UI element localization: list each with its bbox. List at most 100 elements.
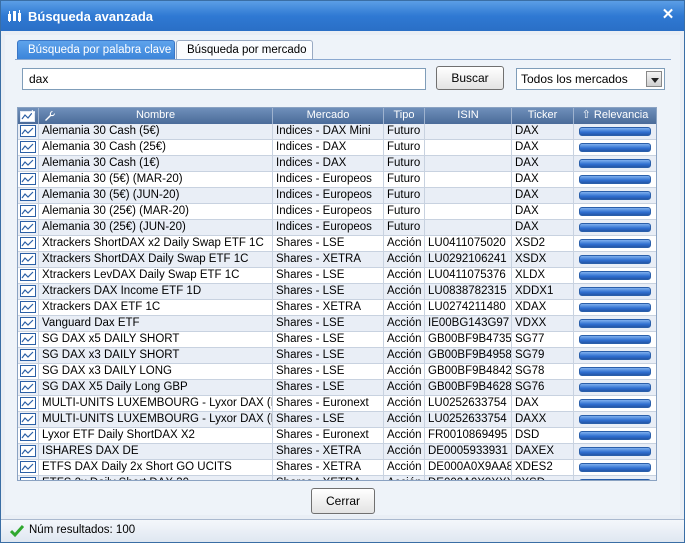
row-nombre: ETFS DAX Daily 2x Short GO UCITS xyxy=(39,460,273,476)
table-row[interactable]: MULTI-UNITS LUXEMBOURG - Lyxor DAX (DR) S… xyxy=(18,412,656,428)
row-isin xyxy=(425,220,512,236)
row-relevancia xyxy=(574,204,656,220)
row-icon-cell xyxy=(18,332,39,348)
row-ticker: XDES2 xyxy=(512,460,574,476)
instrument-chart-icon xyxy=(20,317,36,329)
search-input[interactable] xyxy=(22,68,426,90)
row-tipo: Acción xyxy=(384,332,425,348)
row-mercado: Shares - XETRA xyxy=(273,476,384,480)
row-nombre: SG DAX x3 DAILY LONG xyxy=(39,364,273,380)
column-header-mercado[interactable]: Mercado xyxy=(273,108,384,124)
add-instrument-icon[interactable]: + xyxy=(18,108,39,124)
table-row[interactable]: SG DAX x3 DAILY SHORT Shares - LSE Acción G… xyxy=(18,348,656,364)
relevance-bar xyxy=(579,319,651,328)
row-ticker: XSDX xyxy=(512,252,574,268)
row-mercado: Indices - DAX Mini xyxy=(273,124,384,140)
row-isin: GB00BF9B4735 xyxy=(425,332,512,348)
table-row[interactable]: Alemania 30 Cash (5€) Indices - DAX Mini F… xyxy=(18,124,656,140)
table-row[interactable]: Xtrackers DAX ETF 1C Shares - XETRA Acción… xyxy=(18,300,656,316)
row-tipo: Acción xyxy=(384,284,425,300)
instrument-chart-icon xyxy=(20,381,36,393)
row-icon-cell xyxy=(18,412,39,428)
tab-market-search[interactable]: Búsqueda por mercado xyxy=(176,40,313,60)
row-icon-cell xyxy=(18,252,39,268)
relevance-bar xyxy=(579,223,651,232)
table-row[interactable]: Vanguard Dax ETF Shares - LSE Acción IE00BG… xyxy=(18,316,656,332)
row-isin xyxy=(425,156,512,172)
row-nombre: Alemania 30 Cash (25€) xyxy=(39,140,273,156)
row-ticker: DAX xyxy=(512,204,574,220)
table-row[interactable]: ETFS DAX Daily 2x Short GO UCITS Shares -… xyxy=(18,460,656,476)
row-ticker: DAX xyxy=(512,140,574,156)
row-mercado: Shares - LSE xyxy=(273,380,384,396)
row-isin xyxy=(425,204,512,220)
row-isin: LU0411075020 xyxy=(425,236,512,252)
row-relevancia xyxy=(574,284,656,300)
column-header-isin[interactable]: ISIN xyxy=(425,108,512,124)
dialog-content: Búsqueda por palabra clave Búsqueda por … xyxy=(5,35,680,515)
row-relevancia xyxy=(574,252,656,268)
row-relevancia xyxy=(574,316,656,332)
chevron-down-icon[interactable] xyxy=(646,71,662,87)
table-row[interactable]: Xtrackers ShortDAX x2 Daily Swap ETF 1C S… xyxy=(18,236,656,252)
market-select-value: Todos los mercados xyxy=(521,72,628,86)
row-nombre: Alemania 30 (5€) (JUN-20) xyxy=(39,188,273,204)
table-row[interactable]: SG DAX x3 DAILY LONG Shares - LSE Acción GB… xyxy=(18,364,656,380)
row-relevancia xyxy=(574,124,656,140)
row-isin: LU0252633754 xyxy=(425,412,512,428)
wrench-icon[interactable] xyxy=(44,110,56,122)
table-row[interactable]: Alemania 30 (5€) (MAR-20) Indices - Europ… xyxy=(18,172,656,188)
table-row[interactable]: ISHARES DAX DE Shares - XETRA Acción DE0005… xyxy=(18,444,656,460)
row-relevancia xyxy=(574,364,656,380)
table-row[interactable]: Xtrackers LevDAX Daily Swap ETF 1C Shares… xyxy=(18,268,656,284)
table-row[interactable]: SG DAX X5 Daily Long GBP Shares - LSE Acci… xyxy=(18,380,656,396)
close-window-button[interactable]: ✕ xyxy=(660,7,676,23)
table-row[interactable]: Xtrackers ShortDAX Daily Swap ETF 1C Shar… xyxy=(18,252,656,268)
table-row[interactable]: MULTI-UNITS LUXEMBOURG - Lyxor DAX (DR) S… xyxy=(18,396,656,412)
row-mercado: Indices - DAX xyxy=(273,140,384,156)
search-panel: Buscar Todos los mercados xyxy=(15,59,671,91)
tab-keyword-search[interactable]: Búsqueda por palabra clave xyxy=(17,40,175,60)
instrument-chart-icon xyxy=(20,157,36,169)
search-button[interactable]: Buscar xyxy=(436,66,504,90)
table-row[interactable]: Xtrackers DAX Income ETF 1D Shares - LSE A… xyxy=(18,284,656,300)
row-icon-cell xyxy=(18,284,39,300)
cerrar-button[interactable]: Cerrar xyxy=(311,488,375,514)
relevance-bar xyxy=(579,415,651,424)
market-select[interactable]: Todos los mercados xyxy=(516,68,665,90)
row-relevancia xyxy=(574,268,656,284)
table-row[interactable]: Alemania 30 (25€) (JUN-20) Indices - Euro… xyxy=(18,220,656,236)
row-nombre: Xtrackers DAX Income ETF 1D xyxy=(39,284,273,300)
table-row[interactable]: Alemania 30 Cash (1€) Indices - DAX Futuro… xyxy=(18,156,656,172)
table-row[interactable]: ETFS 2x Daily Short DAX 30Shares - XETRA… xyxy=(18,476,656,480)
table-row[interactable]: SG DAX x5 DAILY SHORT Shares - LSE Acción G… xyxy=(18,332,656,348)
table-row[interactable]: Alemania 30 (5€) (JUN-20) Indices - Europ… xyxy=(18,188,656,204)
instrument-chart-icon xyxy=(20,189,36,201)
row-icon-cell xyxy=(18,364,39,380)
row-relevancia xyxy=(574,332,656,348)
column-label-relevancia: Relevancia xyxy=(593,109,649,121)
table-row[interactable]: Alemania 30 Cash (25€) Indices - DAX Futur… xyxy=(18,140,656,156)
row-ticker: DAX xyxy=(512,124,574,140)
table-row[interactable]: Lyxor ETF Daily ShortDAX X2 Shares - Euro… xyxy=(18,428,656,444)
row-tipo: Futuro xyxy=(384,204,425,220)
relevance-bar xyxy=(579,127,651,136)
row-ticker: XDAX xyxy=(512,300,574,316)
row-nombre: Alemania 30 Cash (5€) xyxy=(39,124,273,140)
instrument-chart-icon xyxy=(20,237,36,249)
row-tipo: Acción xyxy=(384,364,425,380)
row-icon-cell xyxy=(18,380,39,396)
row-isin: LU0292106241 xyxy=(425,252,512,268)
column-header-tipo[interactable]: Tipo xyxy=(384,108,425,124)
relevance-bar xyxy=(579,207,651,216)
row-tipo: Acción xyxy=(384,236,425,252)
row-mercado: Shares - LSE xyxy=(273,332,384,348)
column-header-relevancia[interactable]: ⇧ Relevancia xyxy=(574,108,656,124)
row-icon-cell xyxy=(18,204,39,220)
row-mercado: Shares - LSE xyxy=(273,284,384,300)
column-header-nombre[interactable]: Nombre xyxy=(39,108,273,124)
title-bar: Búsqueda avanzada ✕ xyxy=(1,1,684,31)
column-header-ticker[interactable]: Ticker xyxy=(512,108,574,124)
row-isin: GB00BF9B4958 xyxy=(425,348,512,364)
table-row[interactable]: Alemania 30 (25€) (MAR-20) Indices - Euro… xyxy=(18,204,656,220)
